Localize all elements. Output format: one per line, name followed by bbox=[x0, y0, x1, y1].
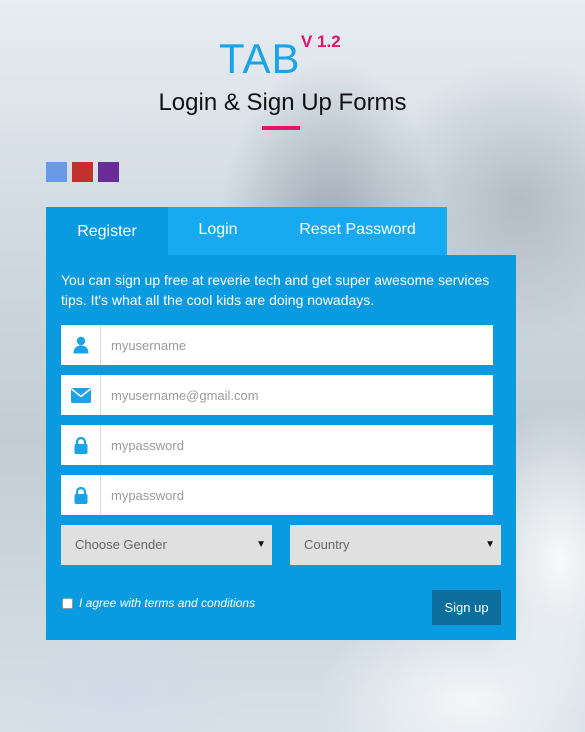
tab-register[interactable]: Register bbox=[46, 207, 168, 255]
gender-select-value: Choose Gender bbox=[75, 537, 167, 552]
brand-header: TAB V 1.2 Login & Sign Up Forms bbox=[0, 0, 585, 140]
tab-reset-password[interactable]: Reset Password bbox=[268, 207, 447, 255]
confirm-password-input[interactable] bbox=[101, 475, 483, 515]
intro-text: You can sign up free at reverie tech and… bbox=[61, 272, 490, 308]
title-underline bbox=[262, 126, 300, 130]
tab-bar: Register Login Reset Password bbox=[46, 207, 447, 255]
user-icon bbox=[61, 325, 101, 365]
chevron-down-icon: ▼ bbox=[485, 539, 495, 550]
color-swatches bbox=[46, 162, 119, 182]
lock-icon bbox=[61, 475, 101, 515]
terms-checkbox[interactable] bbox=[62, 597, 73, 609]
country-select-value: Country bbox=[304, 537, 350, 552]
username-input[interactable] bbox=[101, 325, 483, 365]
terms-agreement: I agree with terms and conditions bbox=[62, 594, 255, 612]
signup-button[interactable]: Sign up bbox=[432, 590, 501, 625]
swatch-red[interactable] bbox=[72, 162, 93, 182]
country-select[interactable]: Country ▼ bbox=[290, 525, 501, 565]
lock-icon bbox=[61, 425, 101, 465]
chevron-down-icon: ▼ bbox=[256, 539, 266, 550]
swatch-purple[interactable] bbox=[98, 162, 119, 182]
password-input[interactable] bbox=[101, 425, 483, 465]
envelope-icon bbox=[61, 375, 101, 415]
page-subtitle: Login & Sign Up Forms bbox=[158, 89, 407, 116]
terms-label: I agree with terms and conditions bbox=[79, 596, 256, 610]
email-input[interactable] bbox=[101, 375, 483, 415]
confirm-password-field-group bbox=[61, 475, 493, 515]
swatch-blue[interactable] bbox=[46, 162, 67, 182]
version-badge: V 1.2 bbox=[301, 32, 341, 51]
gender-select[interactable]: Choose Gender ▼ bbox=[61, 525, 272, 565]
tab-login[interactable]: Login bbox=[168, 207, 268, 255]
password-field-group bbox=[61, 425, 493, 465]
username-field-group bbox=[61, 325, 493, 365]
email-field-group bbox=[61, 375, 493, 415]
brand-title: TAB bbox=[219, 35, 301, 82]
register-panel: You can sign up free at reverie tech and… bbox=[46, 255, 516, 640]
